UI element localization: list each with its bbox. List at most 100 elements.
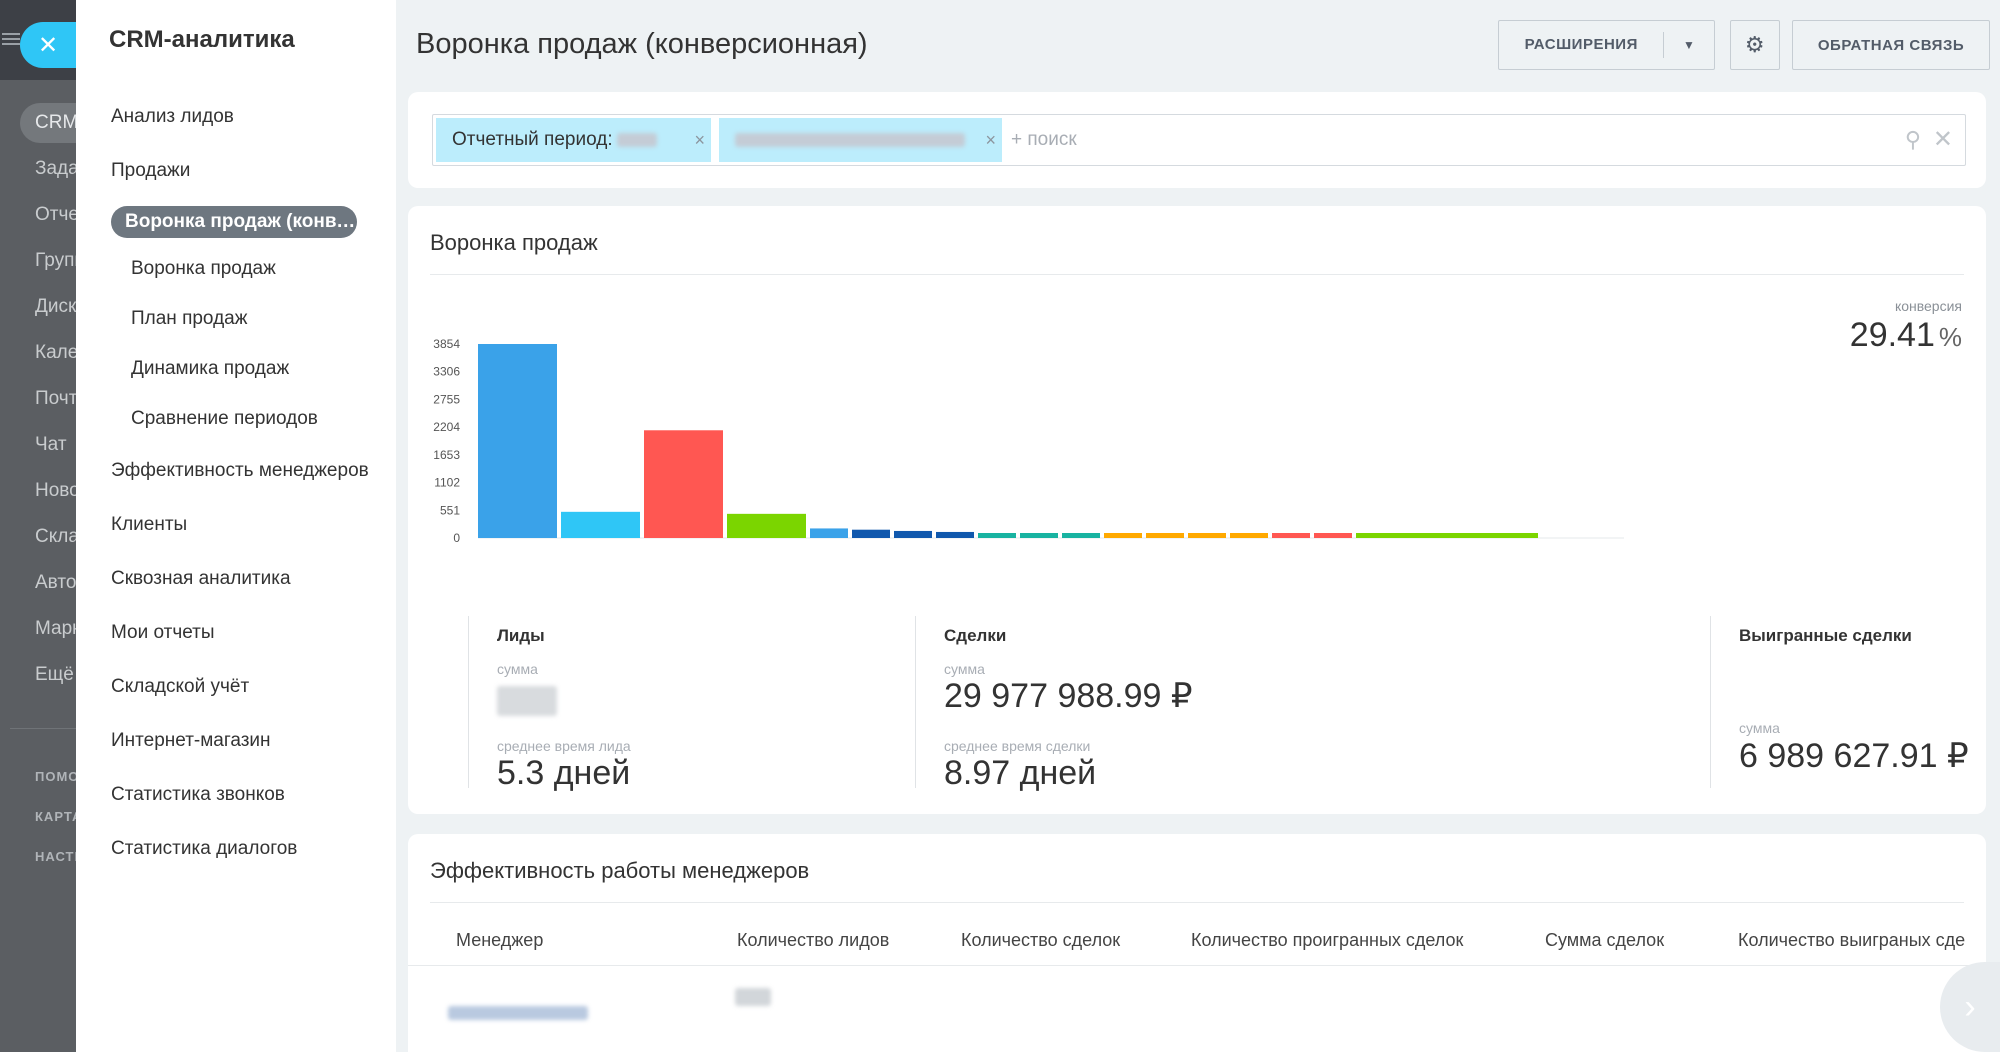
crm-analytics-slider: CRM-аналитика Анализ лидов Продажи Воронка… xyxy=(76,0,2000,1052)
feedback-button[interactable]: ОБРАТНАЯ СВЯЗЬ xyxy=(1792,20,1990,70)
funnel-bar[interactable] xyxy=(1104,533,1142,538)
redacted-value xyxy=(497,686,557,716)
filter-chip-redacted[interactable]: × xyxy=(719,118,1002,162)
stat-won-sum-label: сумма xyxy=(1739,720,1780,736)
funnel-bar[interactable] xyxy=(852,529,890,538)
background-menu-footer-item[interactable]: КАРТА xyxy=(0,797,76,837)
menu-item[interactable]: Динамика продаж xyxy=(76,344,396,394)
col-lost-deals[interactable]: Количество проигранных сделок xyxy=(1191,930,1463,951)
background-menu-item[interactable]: Автоматизация xyxy=(0,560,76,606)
menu-item[interactable]: Воронка продаж xyxy=(76,244,396,294)
menu-item[interactable]: Сквозная аналитика xyxy=(76,552,396,606)
filter-search-box[interactable]: Отчетный период: × × + поиск ⚲ ✕ xyxy=(432,114,1966,166)
funnel-bar[interactable] xyxy=(561,511,640,538)
menu-item[interactable]: Сравнение периодов xyxy=(76,394,396,444)
funnel-bar[interactable] xyxy=(1020,533,1058,538)
col-deals-sum[interactable]: Сумма сделок xyxy=(1545,930,1664,951)
menu-item[interactable]: План продаж xyxy=(76,294,396,344)
menu-item[interactable]: Продажи xyxy=(76,144,396,198)
search-icon[interactable]: ⚲ xyxy=(1905,127,1921,153)
y-tick-label: 2755 xyxy=(433,392,460,406)
funnel-bar[interactable] xyxy=(810,528,848,538)
funnel-bar[interactable] xyxy=(1272,533,1310,538)
chevron-right-icon: › xyxy=(1964,987,1976,1026)
filter-chip-period[interactable]: Отчетный период: × xyxy=(436,118,711,162)
stat-deals-sum-label: сумма xyxy=(944,661,985,677)
menu-title: CRM-аналитика xyxy=(109,26,295,53)
background-app-sidebar: CRMЗадачиОтчетыГруппыДискКалендарьПочтаЧ… xyxy=(0,0,76,1052)
stat-deals: Сделки сумма 29 977 988.99 ₽ среднее вре… xyxy=(915,616,1695,792)
close-slider-button[interactable]: ✕ xyxy=(20,22,76,68)
remove-chip-icon[interactable]: × xyxy=(694,130,705,151)
main-content: Воронка продаж (конверсионная) РАСШИРЕНИ… xyxy=(396,0,2000,1052)
menu-burger-icon[interactable] xyxy=(2,30,20,48)
menu-item[interactable]: Анализ лидов xyxy=(76,90,396,144)
stat-leads-time-label: среднее время лида xyxy=(497,738,631,754)
funnel-bar[interactable] xyxy=(1356,533,1538,538)
extensions-button[interactable]: РАСШИРЕНИЯ ▼ xyxy=(1498,20,1715,70)
background-menu-item[interactable]: Склад xyxy=(0,514,76,560)
funnel-bar[interactable] xyxy=(1230,533,1268,538)
funnel-bar[interactable] xyxy=(936,531,974,538)
background-menu-item[interactable]: CRM xyxy=(20,103,76,143)
funnel-bar[interactable] xyxy=(1188,533,1226,538)
y-tick-label: 551 xyxy=(440,503,460,517)
col-leads-count[interactable]: Количество лидов xyxy=(737,930,889,951)
funnel-bar[interactable] xyxy=(727,513,806,538)
col-deals-count[interactable]: Количество сделок xyxy=(961,930,1120,951)
funnel-bar[interactable] xyxy=(1146,533,1184,538)
search-input[interactable]: + поиск xyxy=(1011,129,1077,151)
analytics-menu: CRM-аналитика Анализ лидов Продажи Воронка… xyxy=(76,0,396,1052)
menu-item[interactable]: Мои отчеты xyxy=(76,606,396,660)
background-menu-item[interactable]: Новости xyxy=(0,468,76,514)
menu-item[interactable]: Воронка продаж (конверсионная) xyxy=(111,206,357,238)
funnel-bar[interactable] xyxy=(1062,533,1100,538)
background-menu-item[interactable]: Отчеты xyxy=(0,192,76,238)
stat-won-sum-value: 6 989 627.91 ₽ xyxy=(1739,737,1969,775)
background-menu-footer-item[interactable]: НАСТРОЙКИ xyxy=(0,837,76,877)
menu-item[interactable]: Складской учёт xyxy=(76,660,396,714)
stat-deals-title: Сделки xyxy=(944,626,1007,645)
divider xyxy=(10,728,76,729)
y-tick-label: 1653 xyxy=(433,448,460,462)
y-tick-label: 2204 xyxy=(433,420,460,434)
menu-item[interactable]: Статистика звонков xyxy=(76,768,396,822)
funnel-bar[interactable] xyxy=(978,533,1016,538)
funnel-bar[interactable] xyxy=(478,344,557,538)
menu-list: Анализ лидов Продажи Воронка продаж (конве… xyxy=(76,90,396,876)
menu-item[interactable]: Эффективность менеджеров xyxy=(76,444,396,498)
settings-button[interactable]: ⚙ xyxy=(1730,20,1780,70)
managers-title: Эффективность работы менеджеров xyxy=(430,858,810,883)
funnel-bar[interactable] xyxy=(644,430,723,538)
remove-chip-icon[interactable]: × xyxy=(985,130,996,151)
menu-item[interactable]: Клиенты xyxy=(76,498,396,552)
menu-item[interactable]: Интернет-магазин xyxy=(76,714,396,768)
background-menu-item[interactable]: Диск xyxy=(0,284,76,330)
chevron-down-icon[interactable]: ▼ xyxy=(1664,38,1714,52)
y-tick-label: 3854 xyxy=(433,337,460,351)
gear-icon: ⚙ xyxy=(1744,32,1766,57)
background-menu-item[interactable]: Чат xyxy=(0,422,76,468)
col-won-deals[interactable]: Количество выиграных сде xyxy=(1738,930,1965,951)
funnel-bar[interactable] xyxy=(894,530,932,538)
background-menu-footer-item[interactable]: ПОМОЩЬ xyxy=(0,757,76,797)
stat-deals-time-label: среднее время сделки xyxy=(944,738,1091,754)
background-menu-item[interactable]: Маркет xyxy=(0,606,76,652)
col-manager[interactable]: Менеджер xyxy=(456,930,543,951)
divider xyxy=(408,965,1986,966)
background-menu-item[interactable]: Почта xyxy=(0,376,76,422)
background-menu-item[interactable]: Календарь xyxy=(0,330,76,376)
background-menu-item[interactable]: Ещё xyxy=(0,652,76,698)
funnel-bar-chart: 0 551 1102 1653 2204 2755 3306 3854 xyxy=(433,337,1624,545)
redacted-avatar xyxy=(735,988,771,1006)
extensions-label: РАСШИРЕНИЯ xyxy=(1499,32,1665,58)
filter-card: Отчетный период: × × + поиск ⚲ ✕ xyxy=(408,92,1986,188)
background-menu-item[interactable]: Задачи xyxy=(0,146,76,192)
menu-item[interactable]: Статистика диалогов xyxy=(76,822,396,876)
y-tick-label: 3306 xyxy=(433,365,460,379)
clear-filter-icon[interactable]: ✕ xyxy=(1933,125,1953,154)
stat-won: Выигранные сделки сумма 6 989 627.91 ₽ xyxy=(1710,616,1986,788)
background-menu-item[interactable]: Группы xyxy=(0,238,76,284)
funnel-bar[interactable] xyxy=(1314,533,1352,538)
background-menu: CRMЗадачиОтчетыГруппыДискКалендарьПочтаЧ… xyxy=(0,100,76,877)
